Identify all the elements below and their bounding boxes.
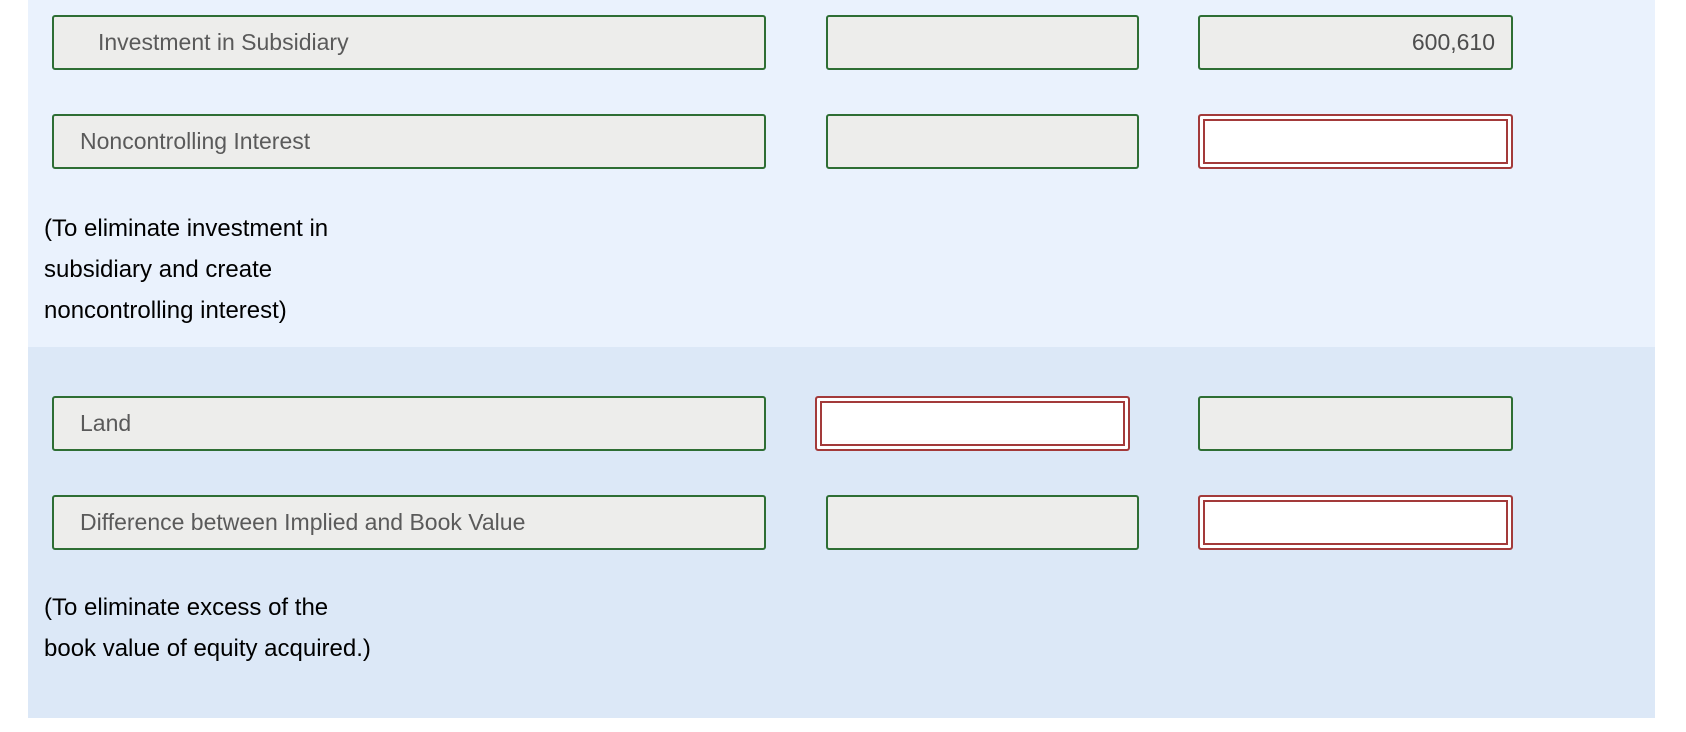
credit-amount-input[interactable] xyxy=(1198,396,1513,451)
debit-cell xyxy=(815,396,1139,451)
account-name-input[interactable] xyxy=(52,396,766,451)
entry-explanation: (To eliminate investment in subsidiary a… xyxy=(44,215,329,324)
journal-entry-block: (To eliminate excess of the book value o… xyxy=(28,347,1655,718)
journal-entry-row xyxy=(28,114,1655,169)
account-name-input[interactable] xyxy=(52,15,766,70)
debit-cell xyxy=(826,15,1139,70)
account-cell xyxy=(52,495,766,550)
account-cell xyxy=(52,15,766,70)
credit-cell xyxy=(1198,495,1513,550)
credit-cell xyxy=(1198,15,1513,70)
debit-amount-answer-input[interactable] xyxy=(815,396,1130,451)
debit-amount-input[interactable] xyxy=(826,114,1139,169)
journal-entry-row xyxy=(28,15,1655,70)
credit-cell xyxy=(1198,114,1513,169)
journal-entry-block: (To eliminate investment in subsidiary a… xyxy=(28,0,1655,347)
credit-amount-answer-input[interactable] xyxy=(1198,114,1513,169)
account-name-input[interactable] xyxy=(52,114,766,169)
account-cell xyxy=(52,114,766,169)
credit-cell xyxy=(1198,396,1513,451)
credit-amount-answer-input[interactable] xyxy=(1198,495,1513,550)
account-name-input[interactable] xyxy=(52,495,766,550)
debit-cell xyxy=(826,495,1139,550)
journal-entry-row xyxy=(28,396,1655,451)
debit-cell xyxy=(826,114,1139,169)
journal-entry-worksheet: (To eliminate investment in subsidiary a… xyxy=(0,0,1686,732)
debit-amount-input[interactable] xyxy=(826,15,1139,70)
credit-amount-input[interactable] xyxy=(1198,15,1513,70)
entry-explanation: (To eliminate excess of the book value o… xyxy=(44,594,371,662)
debit-amount-input[interactable] xyxy=(826,495,1139,550)
account-cell xyxy=(52,396,766,451)
journal-entry-row xyxy=(28,495,1655,550)
